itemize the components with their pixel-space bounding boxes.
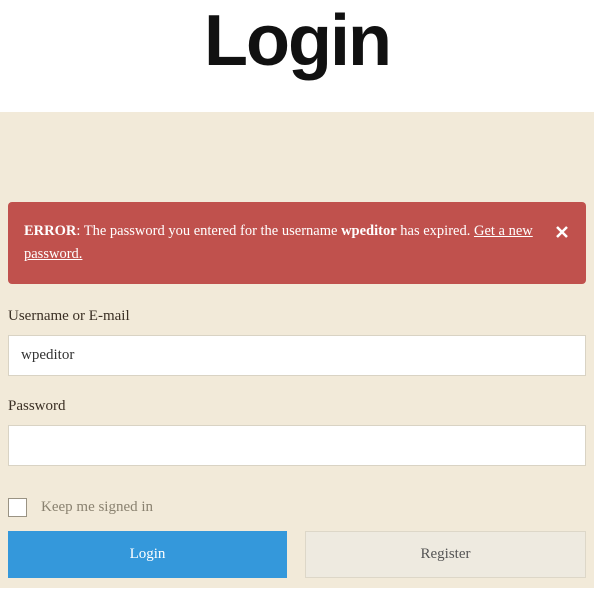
username-label: Username or E-mail bbox=[8, 308, 586, 325]
password-label: Password bbox=[8, 398, 586, 415]
page-title: Login bbox=[0, 0, 594, 112]
keep-signed-in-label: Keep me signed in bbox=[41, 499, 153, 516]
close-icon[interactable] bbox=[552, 222, 572, 242]
login-button[interactable]: Login bbox=[8, 531, 287, 578]
login-panel: ERROR: The password you entered for the … bbox=[0, 112, 594, 588]
error-after: has expired. bbox=[397, 223, 474, 239]
username-input[interactable] bbox=[8, 335, 586, 376]
keep-signed-in-checkbox[interactable] bbox=[8, 498, 27, 517]
error-text: ERROR: The password you entered for the … bbox=[24, 223, 533, 262]
error-prefix: ERROR bbox=[24, 223, 76, 239]
password-input[interactable] bbox=[8, 425, 586, 466]
button-row: Login Register bbox=[8, 531, 586, 578]
error-before: : The password you entered for the usern… bbox=[76, 223, 341, 239]
error-message: ERROR: The password you entered for the … bbox=[8, 202, 586, 284]
register-button[interactable]: Register bbox=[305, 531, 586, 578]
keep-signed-in-row: Keep me signed in bbox=[8, 498, 586, 517]
error-username: wpeditor bbox=[341, 223, 397, 239]
